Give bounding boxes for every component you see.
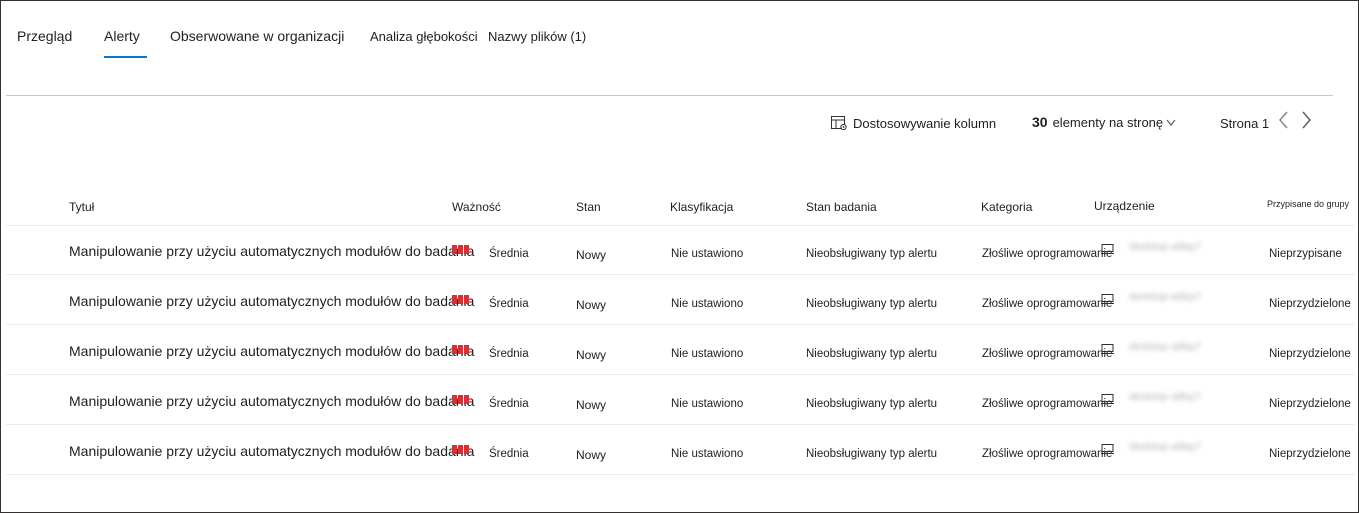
classification-value: Nie ustawiono [671, 398, 744, 410]
chevron-down-icon [1166, 114, 1176, 131]
alert-title[interactable]: Manipulowanie przy użyciu automatycznych… [69, 393, 474, 409]
column-header-status[interactable]: Stan [576, 200, 601, 214]
device-name[interactable]: desktop-a8kp7 [1129, 391, 1201, 403]
device-icon [1101, 342, 1114, 360]
device-name[interactable]: desktop-a8kp7 [1129, 241, 1201, 253]
classification-value: Nie ustawiono [671, 248, 744, 260]
investigation-state-value: Nieobsługiwany typ alertu [806, 248, 938, 260]
page-size-dropdown[interactable]: 30 elementy na stronę [1032, 114, 1176, 130]
row-divider [6, 324, 1355, 325]
table-row[interactable]: Manipulowanie przy użyciu automatycznych… [1, 227, 1359, 277]
status-value: Nowy [576, 298, 607, 312]
alert-title[interactable]: Manipulowanie przy użyciu automatycznych… [69, 243, 474, 259]
chevron-left-icon [1279, 111, 1288, 129]
pagination: Strona 1 [1220, 116, 1269, 131]
tab-bar: Przegląd Alerty Obserwowane w organizacj… [1, 1, 1358, 61]
row-divider [6, 424, 1355, 425]
table-row[interactable]: Manipulowanie przy użyciu automatycznych… [1, 277, 1359, 327]
chevron-right-icon [1302, 111, 1311, 129]
column-header-device[interactable]: Urządzenie [1094, 199, 1155, 213]
active-tab-indicator [104, 56, 147, 58]
customize-columns-label: Dostosowywanie kolumn [853, 116, 997, 131]
previous-page-button[interactable] [1275, 108, 1293, 132]
assigned-group-value: Nieprzydzielone [1269, 298, 1351, 310]
column-header-classification[interactable]: Klasyfikacja [670, 200, 733, 214]
row-divider [6, 374, 1355, 375]
page-size-value: 30 [1032, 114, 1048, 130]
table-row[interactable]: Manipulowanie przy użyciu automatycznych… [1, 327, 1359, 377]
tab-file-names[interactable]: Nazwy plików (1) [488, 29, 586, 44]
tab-alerts[interactable]: Alerty [104, 28, 140, 44]
row-divider [6, 274, 1355, 275]
table-row[interactable]: Manipulowanie przy użyciu automatycznych… [1, 377, 1359, 427]
status-value: Nowy [576, 448, 607, 462]
classification-value: Nie ustawiono [671, 298, 744, 310]
device-icon [1101, 442, 1114, 460]
category-value: Złośliwe oprogramowanie [982, 298, 1113, 310]
severity-indicator-icon [452, 345, 470, 354]
device-name[interactable]: desktop-a8kp7 [1129, 341, 1201, 353]
alert-title[interactable]: Manipulowanie przy użyciu automatycznych… [69, 443, 474, 459]
alerts-panel: Przegląd Alerty Obserwowane w organizacj… [0, 0, 1359, 513]
severity-indicator-icon [452, 245, 470, 254]
device-icon [1101, 242, 1114, 260]
page-indicator: Strona 1 [1220, 116, 1270, 131]
severity-value: Średnia [489, 348, 529, 360]
device-name[interactable]: desktop-a8kp7 [1129, 291, 1201, 303]
assigned-group-value: Nieprzydzielone [1269, 348, 1351, 360]
column-header-category[interactable]: Kategoria [981, 200, 1032, 214]
category-value: Złośliwe oprogramowanie [982, 448, 1113, 460]
status-value: Nowy [576, 248, 607, 262]
assigned-group-value: Nieprzydzielone [1269, 398, 1351, 410]
device-name[interactable]: desktop-a8kp7 [1129, 441, 1201, 453]
severity-value: Średnia [489, 398, 529, 410]
severity-value: Średnia [489, 448, 529, 460]
status-value: Nowy [576, 398, 607, 412]
investigation-state-value: Nieobsługiwany typ alertu [806, 398, 938, 410]
investigation-state-value: Nieobsługiwany typ alertu [806, 298, 938, 310]
column-header-title[interactable]: Tytuł [69, 200, 94, 214]
classification-value: Nie ustawiono [671, 348, 744, 360]
category-value: Złośliwe oprogramowanie [982, 248, 1113, 260]
investigation-state-value: Nieobsługiwany typ alertu [806, 348, 938, 360]
severity-value: Średnia [489, 298, 529, 310]
column-header-severity[interactable]: Ważność [452, 200, 501, 214]
assigned-group-value: Nieprzydzielone [1269, 448, 1351, 460]
column-header-investigation-state[interactable]: Stan badania [806, 200, 877, 214]
tab-overview[interactable]: Przegląd [17, 28, 72, 44]
device-icon [1101, 292, 1114, 310]
category-value: Złośliwe oprogramowanie [982, 398, 1113, 410]
alert-title[interactable]: Manipulowanie przy użyciu automatycznych… [69, 343, 474, 359]
row-divider [6, 474, 1355, 475]
tab-divider [6, 95, 1333, 96]
table-settings-icon [831, 116, 847, 131]
category-value: Złośliwe oprogramowanie [982, 348, 1113, 360]
page-size-label: elementy na stronę [1052, 115, 1164, 130]
severity-indicator-icon [452, 295, 470, 304]
row-divider [6, 225, 1355, 226]
tab-depth-analysis[interactable]: Analiza głębokości [370, 29, 478, 44]
customize-columns-button[interactable]: Dostosowywanie kolumn [831, 116, 996, 131]
tab-observed-in-organization[interactable]: Obserwowane w organizacji [170, 28, 344, 44]
column-header-assigned-group[interactable]: Przypisane do grupy [1267, 199, 1349, 209]
device-icon [1101, 392, 1114, 410]
severity-indicator-icon [452, 445, 470, 454]
status-value: Nowy [576, 348, 607, 362]
table-row[interactable]: Manipulowanie przy użyciu automatycznych… [1, 427, 1359, 477]
severity-indicator-icon [452, 395, 470, 404]
classification-value: Nie ustawiono [671, 448, 744, 460]
investigation-state-value: Nieobsługiwany typ alertu [806, 448, 938, 460]
alert-title[interactable]: Manipulowanie przy użyciu automatycznych… [69, 293, 474, 309]
severity-value: Średnia [489, 248, 529, 260]
assigned-group-value: Nieprzypisane [1269, 248, 1342, 260]
next-page-button[interactable] [1297, 108, 1315, 132]
